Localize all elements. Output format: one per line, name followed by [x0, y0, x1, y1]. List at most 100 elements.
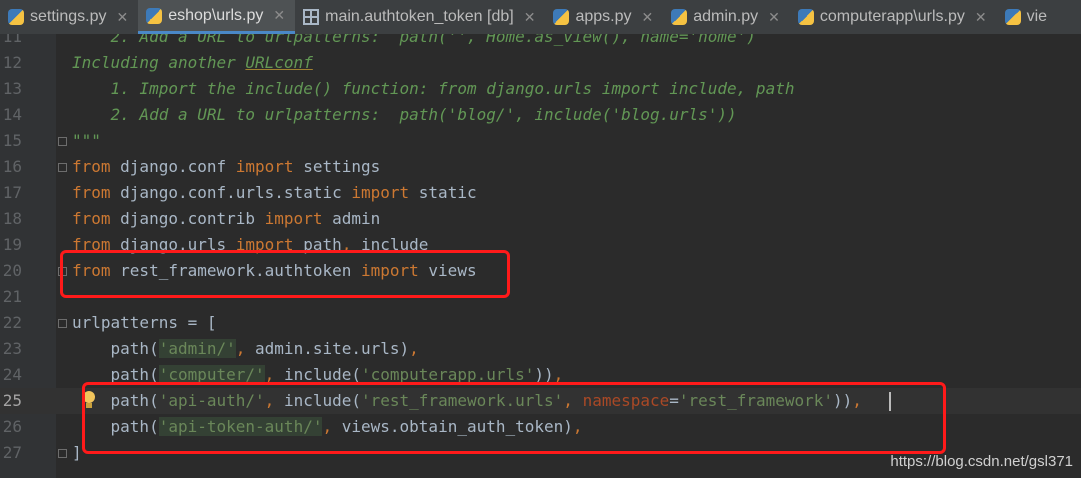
code-line[interactable]: 25 path('api-auth/', include('rest_frame…	[0, 388, 1081, 414]
line-number: 27	[2, 443, 22, 462]
close-tab-icon[interactable]: ✕	[273, 7, 285, 24]
code-text: path('computer/', include('computerapp.u…	[72, 362, 563, 388]
code-token: ,	[852, 391, 862, 410]
tab-apps-py[interactable]: apps.py ✕	[545, 0, 663, 34]
code-token: 2. Add a URL to urlpatterns: path('', Ho…	[72, 34, 756, 46]
code-text: path('api-auth/', include('rest_framewor…	[72, 388, 862, 414]
code-line[interactable]: 21	[0, 284, 1081, 310]
code-token: 'api-auth/'	[158, 391, 265, 410]
code-token: from	[72, 157, 111, 176]
code-token: from	[72, 235, 111, 254]
code-token: URLconf	[245, 53, 313, 72]
fold-marker-icon[interactable]	[58, 163, 67, 172]
tab-label: main.authtoken_token [db]	[325, 8, 514, 25]
close-tab-icon[interactable]: ✕	[975, 9, 987, 26]
code-line[interactable]: 11 2. Add a URL to urlpatterns: path('',…	[0, 34, 1081, 50]
code-line[interactable]: 19 from django.urls import path, include	[0, 232, 1081, 258]
code-line[interactable]: 26 path('api-token-auth/', views.obtain_…	[0, 414, 1081, 440]
code-line[interactable]: 24 path('computer/', include('computerap…	[0, 362, 1081, 388]
code-token: ,	[264, 365, 284, 384]
code-token: ]	[72, 443, 82, 462]
line-number: 23	[2, 339, 22, 358]
code-token: from	[72, 183, 111, 202]
code-line[interactable]: 14 2. Add a URL to urlpatterns: path('bl…	[0, 102, 1081, 128]
code-text: 1. Import the include() function: from d…	[72, 76, 795, 102]
tab-computerapp-urls-py[interactable]: computerapp\urls.py ✕	[790, 0, 997, 34]
code-token: =	[669, 391, 679, 410]
tab-eshop-urls-py[interactable]: eshop\urls.py ✕	[138, 0, 296, 34]
code-text: 2. Add a URL to urlpatterns: path('', Ho…	[72, 34, 756, 50]
line-number: 19	[2, 235, 22, 254]
text-caret	[889, 392, 891, 411]
code-line[interactable]: 12 Including another URLconf	[0, 50, 1081, 76]
fold-marker-icon[interactable]	[58, 137, 67, 146]
code-token: views	[418, 261, 477, 280]
code-token: from	[72, 261, 111, 280]
code-token: ))	[833, 391, 853, 410]
code-token: views.obtain_auth_token)	[341, 417, 573, 436]
line-number: 11	[2, 34, 22, 46]
code-line[interactable]: 22 urlpatterns = [	[0, 310, 1081, 336]
code-text: ]	[72, 440, 82, 466]
code-token: ,	[553, 365, 564, 384]
code-token: ,	[235, 339, 256, 358]
code-text: urlpatterns = [	[72, 310, 217, 336]
fold-marker-icon[interactable]	[58, 267, 67, 276]
code-token: import	[360, 261, 419, 280]
code-text: """	[72, 128, 101, 154]
code-token: ,	[572, 417, 583, 436]
tab-settings-py[interactable]: settings.py ✕	[0, 0, 138, 34]
tab-admin-py[interactable]: admin.py ✕	[663, 0, 790, 34]
code-token: urlpatterns = [	[72, 313, 217, 332]
code-token: path	[293, 235, 342, 254]
code-token: ))	[534, 365, 554, 384]
line-number: 25	[2, 391, 22, 410]
code-editor[interactable]: 11 2. Add a URL to urlpatterns: path('',…	[0, 34, 1081, 478]
line-number: 26	[2, 417, 22, 436]
line-number: 12	[2, 53, 22, 72]
python-file-icon	[1004, 9, 1021, 25]
code-text: from rest_framework.authtoken import vie…	[72, 258, 477, 284]
close-tab-icon[interactable]: ✕	[524, 9, 536, 26]
watermark: https://blog.csdn.net/gsl371	[890, 453, 1073, 470]
line-number: 15	[2, 131, 22, 150]
line-number: 13	[2, 79, 22, 98]
code-line[interactable]: 13 1. Import the include() function: fro…	[0, 76, 1081, 102]
close-tab-icon[interactable]: ✕	[641, 9, 653, 26]
code-line[interactable]: 16 from django.conf import settings	[0, 154, 1081, 180]
tab-vie[interactable]: vie	[997, 0, 1057, 34]
line-number: 22	[2, 313, 22, 332]
code-token: 'rest_framework.urls'	[361, 391, 564, 410]
code-token: path(	[72, 417, 159, 436]
code-line[interactable]: 17 from django.conf.urls.static import st…	[0, 180, 1081, 206]
code-text: path('api-token-auth/', views.obtain_aut…	[72, 414, 583, 440]
code-token: 'computer/'	[158, 365, 265, 384]
code-token: path(	[72, 365, 159, 384]
editor-tab-bar: settings.py ✕ eshop\urls.py ✕ main.authtoken…	[0, 0, 1081, 35]
tab-label: apps.py	[575, 8, 632, 25]
code-token: 'admin/'	[158, 339, 236, 358]
fold-marker-icon[interactable]	[58, 319, 67, 328]
line-number: 18	[2, 209, 22, 228]
code-token: import	[235, 157, 294, 176]
close-tab-icon[interactable]: ✕	[116, 9, 128, 26]
line-number: 17	[2, 183, 22, 202]
tab-main-authtoken-token-db-[interactable]: main.authtoken_token [db] ✕	[295, 0, 545, 34]
code-token: namespace	[582, 391, 670, 410]
close-tab-icon[interactable]: ✕	[768, 9, 780, 26]
code-token: admin	[322, 209, 381, 228]
code-line[interactable]: 20 from rest_framework.authtoken import v…	[0, 258, 1081, 284]
code-token: import	[235, 235, 294, 254]
table-icon	[303, 9, 320, 25]
code-line[interactable]: 23 path('admin/', admin.site.urls),	[0, 336, 1081, 362]
code-token: from	[72, 209, 111, 228]
python-file-icon	[797, 9, 814, 25]
code-token: import	[264, 209, 323, 228]
code-line[interactable]: 18 from django.contrib import admin	[0, 206, 1081, 232]
code-token: 'rest_framework'	[678, 391, 834, 410]
fold-marker-icon[interactable]	[58, 449, 67, 458]
code-token: import	[351, 183, 410, 202]
code-token: settings	[293, 157, 381, 176]
code-line[interactable]: 15 """	[0, 128, 1081, 154]
code-text: path('admin/', admin.site.urls),	[72, 336, 419, 362]
